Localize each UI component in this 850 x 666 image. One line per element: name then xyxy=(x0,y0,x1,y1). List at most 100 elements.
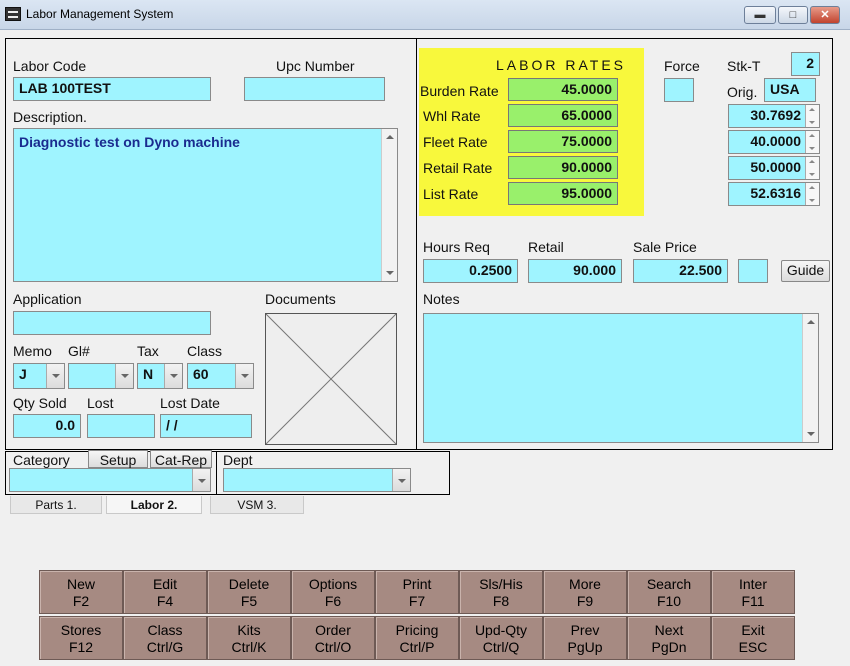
notes-field[interactable] xyxy=(423,313,819,443)
whl-pct-value: 40.0000 xyxy=(750,133,801,149)
minimize-button[interactable]: ▬ xyxy=(744,6,776,24)
chevron-down-icon[interactable] xyxy=(115,364,133,388)
upd-qty-button[interactable]: Upd-Qty Ctrl/Q xyxy=(459,616,543,660)
burden-rate-label: Burden Rate xyxy=(420,83,499,99)
function-key-label: Ctrl/O xyxy=(314,639,352,655)
stkt-label: Stk-T xyxy=(727,58,761,74)
tax-value: N xyxy=(143,366,154,382)
function-key-label: F5 xyxy=(240,593,258,609)
new-button[interactable]: New F2 xyxy=(39,570,123,614)
edit-button[interactable]: Edit F4 xyxy=(123,570,207,614)
hours-req-field[interactable]: 0.2500 xyxy=(423,259,518,283)
chevron-down-icon[interactable] xyxy=(235,364,253,388)
lost-date-field[interactable]: / / xyxy=(160,414,252,438)
fleet-pct-value: 50.0000 xyxy=(750,159,801,175)
lost-field[interactable] xyxy=(87,414,155,438)
documents-image-box[interactable] xyxy=(265,313,397,445)
function-key-label: Inter xyxy=(738,576,767,592)
inter-button[interactable]: Inter F11 xyxy=(711,570,795,614)
class-label: Class xyxy=(187,343,223,359)
chevron-down-icon[interactable] xyxy=(192,469,210,491)
spinner-arrows-icon[interactable] xyxy=(805,131,819,153)
burden-rate-field[interactable]: 45.0000 xyxy=(508,78,618,101)
dept-label: Dept xyxy=(223,452,253,468)
retail-pct-value: 52.6316 xyxy=(750,185,801,201)
kits-button[interactable]: Kits Ctrl/K xyxy=(207,616,291,660)
more-button[interactable]: More F9 xyxy=(543,570,627,614)
qty-sold-field[interactable]: 0.0 xyxy=(13,414,81,438)
category-label: Category xyxy=(13,452,70,468)
retail-pct-spinner[interactable]: 52.6316 xyxy=(728,182,820,206)
documents-label: Documents xyxy=(265,291,336,307)
tab-vsm[interactable]: VSM 3. xyxy=(210,496,304,514)
pricing-button[interactable]: Pricing Ctrl/P xyxy=(375,616,459,660)
force-field[interactable] xyxy=(664,78,694,102)
cat-rep-button[interactable]: Cat-Rep xyxy=(150,450,212,468)
description-field[interactable]: Diagnostic test on Dyno machine xyxy=(13,128,398,282)
sale-extra-field[interactable] xyxy=(738,259,768,283)
delete-button[interactable]: Delete F5 xyxy=(207,570,291,614)
tab-parts[interactable]: Parts 1. xyxy=(10,496,102,514)
stores-button[interactable]: Stores F12 xyxy=(39,616,123,660)
tax-select[interactable]: N xyxy=(137,363,183,389)
tab-labor[interactable]: Labor 2. xyxy=(106,496,202,514)
function-key-label: Next xyxy=(654,622,684,638)
setup-button[interactable]: Setup xyxy=(88,450,148,468)
title-bar: Labor Management System ▬ □ ✕ xyxy=(0,0,850,30)
memo-label: Memo xyxy=(13,343,52,359)
burden-pct-spinner[interactable]: 30.7692 xyxy=(728,104,820,128)
fleet-pct-spinner[interactable]: 50.0000 xyxy=(728,156,820,180)
sales-history-button[interactable]: Sls/His F8 xyxy=(459,570,543,614)
class-select[interactable]: 60 xyxy=(187,363,254,389)
retail-rate-field[interactable]: 90.0000 xyxy=(508,156,618,179)
stkt-field[interactable]: 2 xyxy=(791,52,820,76)
labor-code-field[interactable]: LAB 100TEST xyxy=(13,77,211,101)
whl-pct-spinner[interactable]: 40.0000 xyxy=(728,130,820,154)
description-scrollbar[interactable] xyxy=(381,129,397,281)
search-button[interactable]: Search F10 xyxy=(627,570,711,614)
retail-rate-label: Retail Rate xyxy=(423,160,493,176)
retail-label: Retail xyxy=(528,239,564,255)
function-key-label: Exit xyxy=(741,622,765,638)
function-key-label: F8 xyxy=(492,593,510,609)
exit-button[interactable]: Exit ESC xyxy=(711,616,795,660)
retail-field[interactable]: 90.000 xyxy=(528,259,622,283)
sale-price-label: Sale Price xyxy=(633,239,697,255)
sale-price-field[interactable]: 22.500 xyxy=(633,259,728,283)
burden-pct-value: 30.7692 xyxy=(750,107,801,123)
list-rate-field[interactable]: 95.0000 xyxy=(508,182,618,205)
spinner-arrows-icon[interactable] xyxy=(805,157,819,179)
notes-scrollbar[interactable] xyxy=(802,314,818,442)
orig-field[interactable]: USA xyxy=(764,78,816,102)
function-key-label: Ctrl/G xyxy=(146,639,184,655)
guide-button[interactable]: Guide xyxy=(781,260,830,282)
chevron-down-icon[interactable] xyxy=(164,364,182,388)
options-button[interactable]: Options F6 xyxy=(291,570,375,614)
dept-select[interactable] xyxy=(223,468,411,492)
print-button[interactable]: Print F7 xyxy=(375,570,459,614)
spinner-arrows-icon[interactable] xyxy=(805,105,819,127)
memo-select[interactable]: J xyxy=(13,363,65,389)
prev-button[interactable]: Prev PgUp xyxy=(543,616,627,660)
next-button[interactable]: Next PgDn xyxy=(627,616,711,660)
upc-number-field[interactable] xyxy=(244,77,385,101)
gl-select[interactable] xyxy=(68,363,134,389)
application-field[interactable] xyxy=(13,311,211,335)
function-key-label: F4 xyxy=(156,593,174,609)
function-key-label: F10 xyxy=(656,593,682,609)
class-button[interactable]: Class Ctrl/G xyxy=(123,616,207,660)
function-key-label: Ctrl/Q xyxy=(482,639,520,655)
function-key-label: F9 xyxy=(576,593,594,609)
app-icon[interactable] xyxy=(5,7,21,21)
category-select[interactable] xyxy=(9,468,211,492)
maximize-button[interactable]: □ xyxy=(778,6,808,24)
chevron-down-icon[interactable] xyxy=(392,469,410,491)
chevron-down-icon[interactable] xyxy=(46,364,64,388)
memo-value: J xyxy=(19,366,27,382)
fleet-rate-field[interactable]: 75.0000 xyxy=(508,130,618,153)
close-button[interactable]: ✕ xyxy=(810,6,840,24)
window-title: Labor Management System xyxy=(26,7,174,21)
whl-rate-field[interactable]: 65.0000 xyxy=(508,104,618,127)
order-button[interactable]: Order Ctrl/O xyxy=(291,616,375,660)
spinner-arrows-icon[interactable] xyxy=(805,183,819,205)
